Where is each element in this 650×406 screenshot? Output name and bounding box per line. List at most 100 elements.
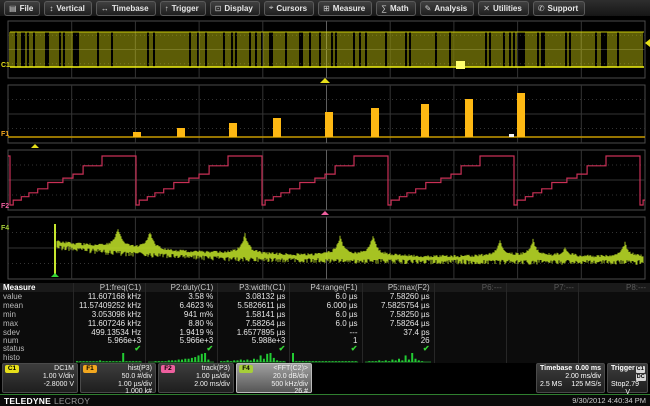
- measure-value-cell: 499.13534 Hz: [73, 328, 145, 337]
- measure-value-cell: [434, 292, 506, 301]
- measure-row-label: status: [0, 345, 73, 353]
- measure-value-cell: 1: [289, 337, 361, 345]
- measure-status-cell: [506, 345, 578, 353]
- measure-row-label: max: [0, 319, 73, 328]
- trigger-coupling-badge: DC: [636, 374, 646, 381]
- channel-descriptor-f2[interactable]: F2 track(P3) 1.00 µs/div 2.00 ms/div: [158, 363, 234, 393]
- support-icon: ✆: [538, 4, 545, 13]
- measure-value-cell: [578, 292, 650, 301]
- c1-badge: C1: [5, 365, 19, 373]
- measure-value-cell: 941 m%: [145, 310, 217, 319]
- measure-row-label: min: [0, 310, 73, 319]
- f1-function: hist(P3): [128, 365, 152, 373]
- measure-histo-cell: [145, 353, 217, 363]
- oscilloscope-screen: ▤File ↕Vertical ↔Timebase ↑Trigger ⊡Display ⌖…: [0, 0, 650, 406]
- measure-value-cell: [578, 301, 650, 310]
- histo-sparkline: [220, 353, 286, 363]
- measure-status-cell: ✔: [362, 345, 434, 353]
- channel-descriptor-c1[interactable]: C1 DC1M 1.00 V/div -2.8000 V: [2, 363, 78, 393]
- measure-value-cell: [434, 337, 506, 345]
- file-icon: ▤: [9, 4, 17, 13]
- measure-value-cell: 1.58141 µs: [217, 310, 289, 319]
- trigger-descriptor[interactable]: Trigger C1 DC Stop 2.79 V Edge Positive: [607, 363, 648, 393]
- status-check-icon: ✔: [279, 345, 286, 353]
- measure-value-cell: [434, 328, 506, 337]
- c1-trigger-level-marker: [645, 39, 650, 47]
- measure-histo-cell: [578, 353, 650, 363]
- measure-value-cell: [506, 301, 578, 310]
- measure-value-cell: 1.6577895 µs: [217, 328, 289, 337]
- measure-column-header[interactable]: P1:freq(C1): [73, 283, 145, 292]
- menu-timebase[interactable]: ↔Timebase: [96, 1, 156, 16]
- menu-analysis[interactable]: ✎Analysis: [420, 1, 475, 16]
- measure-value-cell: 11.57409252 kHz: [73, 301, 145, 310]
- measure-column-header[interactable]: P2:duty(C1): [145, 283, 217, 292]
- measure-value-cell: ---: [289, 328, 361, 337]
- measure-value-cell: 6.000 µs: [289, 301, 361, 310]
- measure-status-cell: ✔: [289, 345, 361, 353]
- measure-value-cell: 7.5825754 µs: [362, 301, 434, 310]
- measure-row-label: mean: [0, 301, 73, 310]
- measure-status-cell: ✔: [145, 345, 217, 353]
- measure-status-cell: ✔: [73, 345, 145, 353]
- measure-value-cell: [506, 328, 578, 337]
- menu-measure[interactable]: ⊞Measure: [318, 1, 372, 16]
- status-check-icon: ✔: [134, 345, 141, 353]
- status-check-icon: ✔: [423, 345, 430, 353]
- measure-value-cell: [434, 319, 506, 328]
- measure-value-cell: [578, 310, 650, 319]
- measure-column-header[interactable]: P4:range(F1): [289, 283, 361, 292]
- measure-value-cell: 5.966e+3: [145, 337, 217, 345]
- trigger-source-badge: C1: [636, 366, 645, 373]
- measure-column-header[interactable]: P5:max(F2): [362, 283, 434, 292]
- measure-histo-cell: [289, 353, 361, 363]
- measure-histo-cell: [217, 353, 289, 363]
- measure-column-header[interactable]: P8:---: [578, 283, 650, 292]
- measure-row-label: value: [0, 292, 73, 301]
- measure-value-cell: [434, 310, 506, 319]
- measure-status-cell: ✔: [217, 345, 289, 353]
- measure-column-header[interactable]: P3:width(C1): [217, 283, 289, 292]
- timebase-samples: 2.5 MS: [540, 381, 562, 389]
- measure-value-cell: 7.58264 µs: [217, 319, 289, 328]
- channel-descriptor-f1[interactable]: F1 hist(P3) 50.0 #/div 1.00 µs/div 1.000…: [80, 363, 156, 393]
- f1-trace-label: F1: [1, 131, 9, 138]
- menu-cursors[interactable]: ⌖Cursors: [264, 1, 314, 16]
- menu-math[interactable]: ∑Math: [376, 1, 415, 16]
- measure-status-cell: [434, 345, 506, 353]
- menu-file[interactable]: ▤File: [4, 1, 40, 16]
- measure-column-header[interactable]: P6:---: [434, 283, 506, 292]
- f4-peak-marker: [51, 273, 59, 277]
- channel-descriptor-f4[interactable]: F4 <FFT(C2)> 20.0 dB/div 500 kHz/div 26 …: [236, 363, 312, 393]
- menu-utilities[interactable]: ✕Utilities: [478, 1, 529, 16]
- timebase-scale: 2.00 ms/div: [540, 373, 601, 381]
- timebase-title: Timebase: [540, 365, 572, 373]
- f2-trace-label: F2: [1, 203, 9, 210]
- menu-vertical[interactable]: ↕Vertical: [44, 1, 91, 16]
- timebase-rate: 125 MS/s: [571, 381, 601, 389]
- c1-coupling: DC1M: [54, 365, 74, 373]
- measure-status-cell: [578, 345, 650, 353]
- trigger-icon: ↑: [165, 4, 169, 13]
- timebase-descriptor[interactable]: Timebase 0.00 ms 2.00 ms/div 2.5 MS 125 …: [536, 363, 605, 393]
- menu-trigger[interactable]: ↑Trigger: [160, 1, 206, 16]
- measure-table-title: Measure: [0, 283, 73, 292]
- measure-table: MeasureP1:freq(C1)P2:duty(C1)P3:width(C1…: [0, 283, 650, 363]
- waveform-display[interactable]: C1F1F2F4: [0, 17, 650, 283]
- vertical-icon: ↕: [49, 4, 53, 13]
- measure-histo-cell: [506, 353, 578, 363]
- measure-column-header[interactable]: P7:---: [506, 283, 578, 292]
- status-check-icon: ✔: [207, 345, 214, 353]
- measure-value-cell: 1.9419 %: [145, 328, 217, 337]
- measure-value-cell: 5.966e+3: [73, 337, 145, 345]
- measure-value-cell: 7.58250 µs: [362, 310, 434, 319]
- menu-bar: ▤File ↕Vertical ↔Timebase ↑Trigger ⊡Display ⌖…: [0, 0, 650, 17]
- f4-badge: F4: [239, 365, 253, 373]
- menu-display[interactable]: ⊡Display: [210, 1, 260, 16]
- status-check-icon: ✔: [351, 345, 358, 353]
- menu-support[interactable]: ✆Support: [533, 1, 585, 16]
- measure-value-cell: 6.0 µs: [289, 319, 361, 328]
- measure-value-cell: 37.4 ps: [362, 328, 434, 337]
- measure-value-cell: 11.607246 kHz: [73, 319, 145, 328]
- measure-value-cell: [506, 319, 578, 328]
